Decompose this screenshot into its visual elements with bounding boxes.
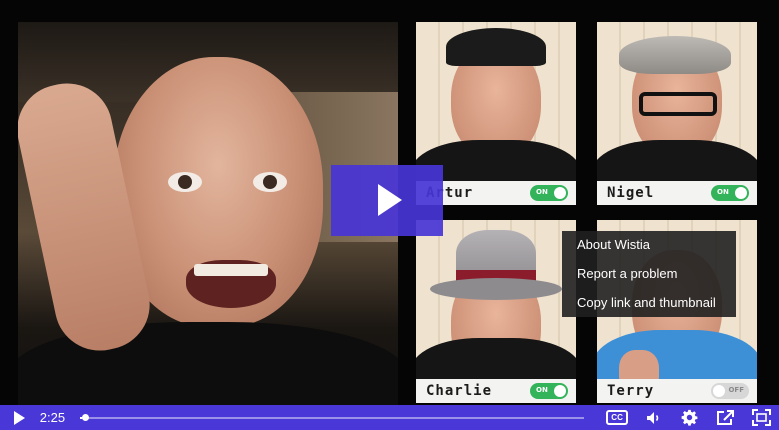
video-toggle: ON [711,185,749,201]
context-menu: About Wistia Report a problem Copy link … [562,231,736,317]
control-bar: 2:25 CC [0,405,779,430]
participant-name: Charlie [426,383,493,399]
settings-button[interactable] [672,405,708,430]
nameplate: Charlie ON [416,379,576,403]
video-toggle: ON [530,185,568,201]
participant-name: Terry [607,383,655,399]
participant-tile-nigel: Nigel ON [597,22,757,205]
gear-icon [681,409,698,426]
play-icon [378,184,402,216]
menu-item-about-wistia[interactable]: About Wistia [562,236,736,265]
share-icon [716,410,734,425]
captions-button[interactable]: CC [598,405,636,430]
current-time: 2:25 [39,410,66,425]
participant-name: Nigel [607,185,655,201]
scrubber-handle[interactable] [81,414,89,421]
play-button[interactable] [0,405,36,430]
video-toggle: ON [530,383,568,399]
nameplate: Terry OFF [597,379,757,403]
progress-scrubber[interactable] [79,405,585,430]
share-button[interactable] [707,405,743,430]
menu-item-copy-link[interactable]: Copy link and thumbnail [562,294,736,323]
big-play-button[interactable] [331,165,443,236]
volume-button[interactable] [636,405,672,430]
play-icon [14,410,26,425]
nameplate: Nigel ON [597,181,757,205]
participant-tile-charlie: Charlie ON [416,220,576,403]
video-toggle: OFF [711,383,749,399]
fullscreen-button[interactable] [743,405,779,430]
fullscreen-icon [751,409,771,426]
closed-captions-icon: CC [606,410,629,425]
volume-icon [646,411,659,424]
menu-item-report-problem[interactable]: Report a problem [562,265,736,294]
video-stage[interactable]: Artur ON Nigel ON Charlie ON Terry OFF A… [0,0,779,405]
